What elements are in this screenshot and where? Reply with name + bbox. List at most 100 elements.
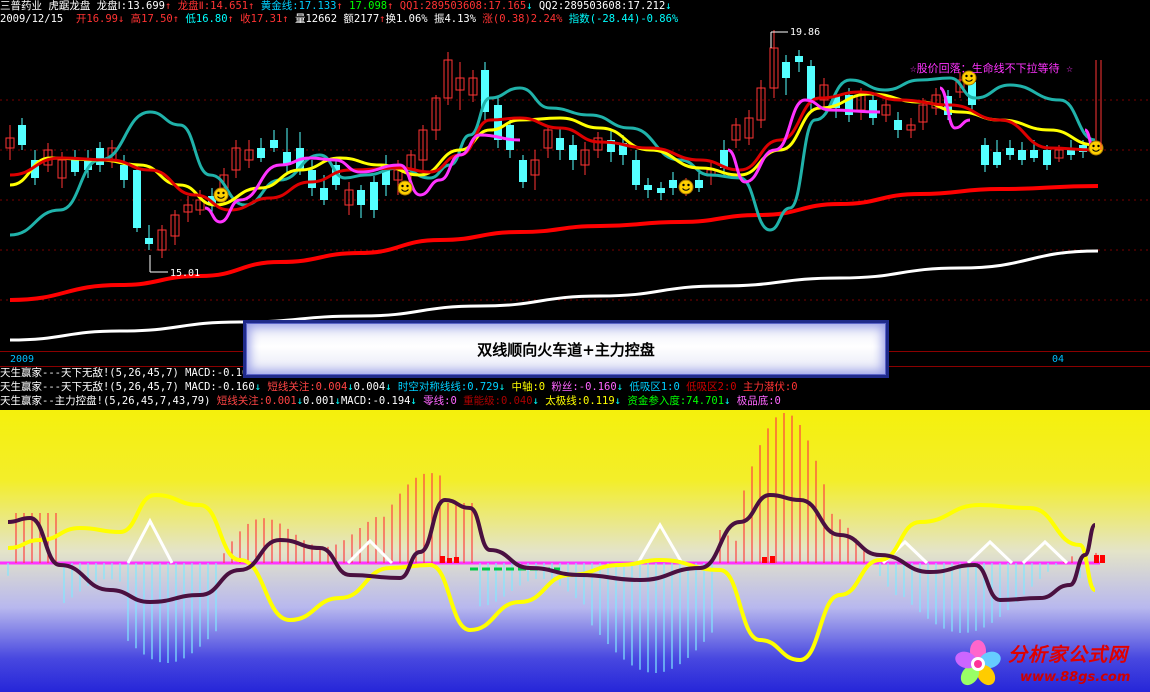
candle [632,150,640,190]
candle [543,125,553,158]
candle [344,182,354,215]
red-block [1094,555,1099,563]
indicator-2-seg-4: 0.004 [353,381,386,393]
white-peak [126,517,174,564]
candle [782,55,790,95]
indicator-row-2: 天生赢家---天下无敌!(5,26,45,7) MACD:-0.160↓ 短线关… [0,381,798,394]
high-value: 17.50 [141,13,173,25]
header-item-label-5: QQ2: [532,0,565,12]
candle [357,185,365,218]
candle [270,130,278,152]
candle [931,88,941,115]
candle [607,130,615,162]
indicator-3-seg-12: 资金参入度:74.701 [621,395,725,407]
candle [5,125,15,160]
stock-name[interactable]: 三普药业 [0,0,42,12]
quote-date: 2009/12/15 [0,13,64,25]
white-peak [346,538,394,565]
candle [455,62,465,110]
life-line [9,184,1099,302]
change-value: (0.38)2.24% [492,13,563,25]
index-value: (-28.44)-0.86% [589,13,679,25]
candle [869,92,877,125]
candle [720,140,728,175]
red-block [770,556,775,563]
candle [120,155,128,188]
indicator-2-seg-6: 时空对称线线:0.729 [391,381,499,393]
amount-value: 2177 [353,13,380,25]
red-block [762,557,767,563]
watermark-name: 分析家公式网 [1008,644,1129,666]
candle [133,165,141,232]
candle [795,50,803,72]
header-item-5: 289503608:17.212 [564,0,666,12]
high-label: 高 [130,13,142,25]
indicator-header-row: 三普药业 虎踞龙盘 龙盘Ⅰ:13.699↑ 龙盘Ⅱ:14.651↑ 黄金线:17… [0,0,672,13]
open-value: 16.99 [86,13,118,25]
watermark-logo: 分析家公式网 www.88gs.com [950,636,1150,692]
candle [744,110,754,145]
turnover-value: 1.06% [396,13,428,25]
indicator-row-1: 天生赢家---天下无敌!(5,26,45,7) MACD:-0.160 [0,367,255,380]
header-item-label-4: QQ1: [393,0,426,12]
candle [1018,142,1026,165]
indicator-row-3: 天生赢家--主力控盘!(5,26,45,7,43,79) 短线关注:0.001↓… [0,395,781,408]
index-label: 指数 [568,13,590,25]
candle [756,80,766,128]
indicator-3-seg-5: MACD:-0.194 [340,395,411,407]
indicator-3-seg-1: 短线关注:0.001 [210,395,297,407]
candle [71,150,79,176]
candle [530,150,540,190]
candle [157,225,167,258]
indicator-3-seg-0: 天生赢家--主力控盘!(5,26,45,7,43,79) [0,395,211,407]
header-item-label-0: 龙盘Ⅰ: [96,0,128,12]
title-banner: 双线顺向火车道+主力控盘 [243,320,889,378]
indicator-3-seg-10: 太极线:0.119 [538,395,615,407]
smiley-icon[interactable] [213,187,229,203]
signal-annotation: ☆股价回落：生命线不下拉等待 ☆ [910,61,1073,75]
volume-label: 量 [294,13,306,25]
candle [231,140,241,178]
candle [145,225,153,250]
indicator-2-seg-2: 短线关注:0.004 [261,381,348,393]
white-peak [966,539,1014,565]
candle [894,112,902,138]
candle [644,178,652,198]
amplitude-label: 振 [433,13,445,25]
amplitude-value: 4.13% [444,13,477,25]
magenta-line-1 [204,133,521,224]
turnover-label: 换 [385,13,397,25]
header-item-3: 17.098 [349,0,388,12]
close-label: 收 [240,13,251,25]
candle [1091,60,1101,150]
candle [443,52,453,105]
candle [906,118,916,138]
year-axis-label: 2009 [10,354,34,365]
header-item-2: 17.133 [298,0,337,12]
low-value: 16.80 [195,13,228,25]
low-label: 低 [185,13,196,25]
candle [593,132,603,158]
indicator-2-seg-9: 粉丝:-0.160 [545,381,617,393]
header-item-label-2: 黄金线: [254,0,299,12]
indicator-3-seg-7: 零线:0 [416,395,457,407]
indicator-2-seg-11: 低吸区1:0 [623,381,680,393]
indicator-3-seg-3: 0.001 [303,395,335,407]
smiley-icon[interactable] [678,179,694,195]
header-item-0: 13.699 [127,0,166,12]
price-chart[interactable]: 19.86 15.01 ☆股价回落：生命线不下拉等待 ☆ 2009 04 [0,28,1150,366]
red-block [1100,555,1105,563]
white-peak [636,522,684,564]
candle [382,155,390,196]
candle [669,172,677,195]
candle [183,196,193,222]
smiley-icon[interactable] [397,180,413,196]
price-high-label: 19.86 [790,28,820,38]
indicator-lines [9,76,1099,342]
candle [244,140,254,168]
amount-label: 额 [343,13,354,25]
indicator-3-seg-8: 重能级:0.040 [456,395,533,407]
candle [881,98,891,122]
red-block [454,557,459,563]
indicator-name[interactable]: 虎踞龙盘 [48,0,90,12]
